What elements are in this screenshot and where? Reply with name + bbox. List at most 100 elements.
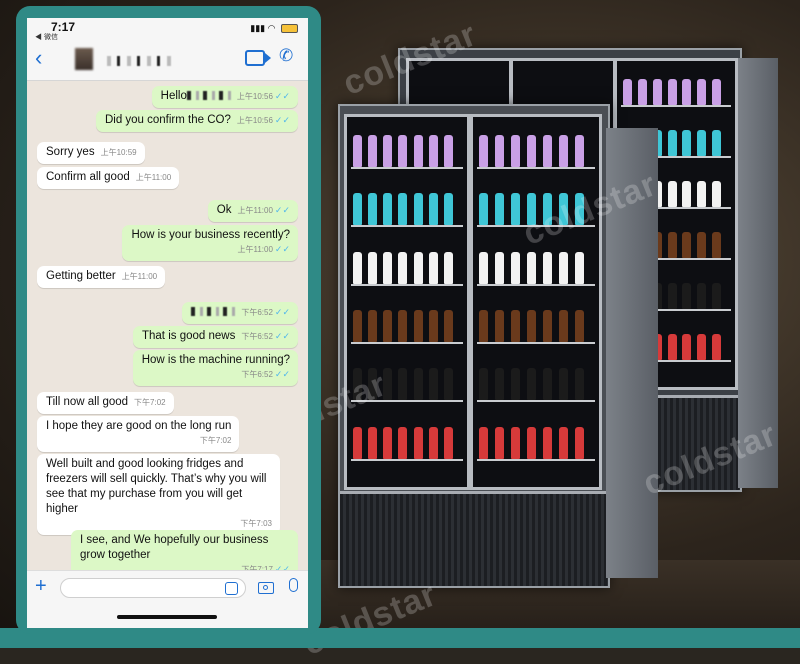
bottle (712, 334, 722, 360)
bottle (398, 193, 408, 226)
bottle (575, 368, 584, 401)
bottle (398, 426, 408, 459)
bottle (682, 130, 692, 156)
bottle (511, 368, 520, 401)
bottle (623, 79, 632, 105)
message-timestamp: 上午10:56 ✓✓ (236, 115, 290, 125)
bottle (353, 135, 362, 167)
bottle (637, 79, 647, 105)
bottle (353, 310, 362, 342)
contact-avatar[interactable] (75, 48, 93, 70)
message-timestamp: 下午7:03 (240, 519, 272, 528)
read-receipt-icon: ✓✓ (274, 331, 290, 341)
bottle (398, 135, 408, 167)
bottle (368, 193, 378, 226)
bottle (559, 251, 568, 284)
outgoing-message[interactable]: How is the machine running? 下午6:52 ✓✓ (132, 350, 298, 386)
bottle (697, 334, 707, 360)
bottle (697, 79, 707, 105)
bottle (575, 251, 584, 284)
incoming-message[interactable]: I hope they are good on the long run 下午7:… (37, 416, 240, 452)
message-input[interactable] (60, 578, 246, 598)
bottle (428, 135, 438, 167)
message-text: Confirm all good (46, 171, 130, 183)
bottle (368, 310, 378, 342)
microphone-icon[interactable] (289, 578, 298, 592)
bottle (667, 232, 677, 258)
bottle (368, 251, 378, 284)
bottle (413, 310, 423, 342)
front-fridge-base (340, 491, 608, 586)
bottle (383, 135, 393, 167)
back-chevron-icon[interactable]: ‹ (35, 46, 42, 70)
outgoing-message[interactable]: Did you confirm the CO? 上午10:56 ✓✓ (95, 110, 298, 132)
bottle (428, 368, 438, 401)
incoming-message[interactable]: Till now all good 下午7:02 (37, 392, 174, 414)
bottle (527, 368, 536, 401)
message-text: Getting better (46, 270, 116, 282)
bottle (413, 251, 423, 284)
bottle (413, 426, 423, 459)
bottle (383, 193, 393, 226)
read-receipt-icon: ✓✓ (274, 369, 290, 379)
bottle (511, 310, 520, 342)
bottle (443, 368, 453, 401)
bottle (368, 135, 378, 167)
fridge-shelf (477, 342, 595, 344)
bottle (383, 251, 393, 284)
message-timestamp: 下午7:02 (134, 398, 166, 407)
video-call-icon[interactable] (245, 50, 271, 66)
plus-icon[interactable]: + (35, 575, 47, 598)
message-timestamp: 下午7:02 (199, 436, 232, 445)
message-text: I see, and We hopefully our business gro… (80, 534, 269, 561)
outgoing-message[interactable]: Ok 上午11:00 ✓✓ (207, 200, 298, 222)
message-timestamp: 下午6:52 ✓✓ (241, 307, 290, 317)
bottle (383, 310, 393, 342)
read-receipt-icon: ✓✓ (274, 91, 290, 101)
home-indicator (117, 615, 217, 619)
incoming-message[interactable]: Getting better 上午11:00 (37, 266, 166, 288)
message-timestamp: 下午6:52 ✓✓ (241, 369, 290, 379)
sticker-icon[interactable] (225, 582, 238, 595)
bottle (383, 426, 393, 459)
bottle (398, 310, 408, 342)
bottle (527, 135, 536, 167)
bottle (443, 251, 453, 284)
incoming-message[interactable]: Well built and good looking fridges and … (37, 454, 280, 535)
wifi-icon: ◠ (267, 23, 276, 33)
message-text: Till now all good (46, 396, 129, 408)
camera-icon[interactable] (258, 582, 274, 594)
contact-name-redacted[interactable] (107, 56, 177, 66)
bottle (543, 251, 552, 284)
phone-call-icon[interactable]: ✆ (279, 46, 293, 66)
incoming-message[interactable]: Sorry yes 上午10:59 (37, 142, 145, 164)
bottle (495, 426, 504, 459)
message-text: Well built and good looking fridges and … (46, 458, 267, 515)
message-text: That is good news (141, 330, 236, 342)
message-list: Hello 上午10:56 ✓✓ Did you confirm the CO? 上午1… (27, 80, 308, 581)
message-text: How is the machine running? (141, 354, 290, 366)
outgoing-message[interactable]: How is your business recently? 上午11:00 ✓✓ (122, 225, 298, 261)
incoming-message[interactable]: Confirm all good 上午11:00 (37, 167, 180, 189)
message-text: Did you confirm the CO? (104, 114, 231, 126)
bottle (712, 181, 722, 207)
redacted-text (191, 307, 236, 317)
bottle (443, 310, 453, 342)
bottle (527, 426, 536, 459)
outgoing-message[interactable]: Hello 上午10:56 ✓✓ (151, 86, 298, 108)
bottle (495, 310, 504, 342)
bottle (479, 426, 488, 459)
bottle (652, 79, 662, 105)
bottle (495, 135, 504, 167)
bottle (511, 135, 520, 167)
bottle (712, 232, 722, 258)
bottle (495, 368, 504, 401)
fridge-shelf (351, 342, 463, 344)
outgoing-message[interactable]: 下午6:52 ✓✓ (182, 302, 298, 324)
bottle (543, 426, 552, 459)
outgoing-message[interactable]: That is good news 下午6:52 ✓✓ (132, 326, 298, 348)
bottle (667, 334, 677, 360)
bottle (667, 130, 677, 156)
bottle (543, 135, 552, 167)
bottle (443, 193, 453, 226)
